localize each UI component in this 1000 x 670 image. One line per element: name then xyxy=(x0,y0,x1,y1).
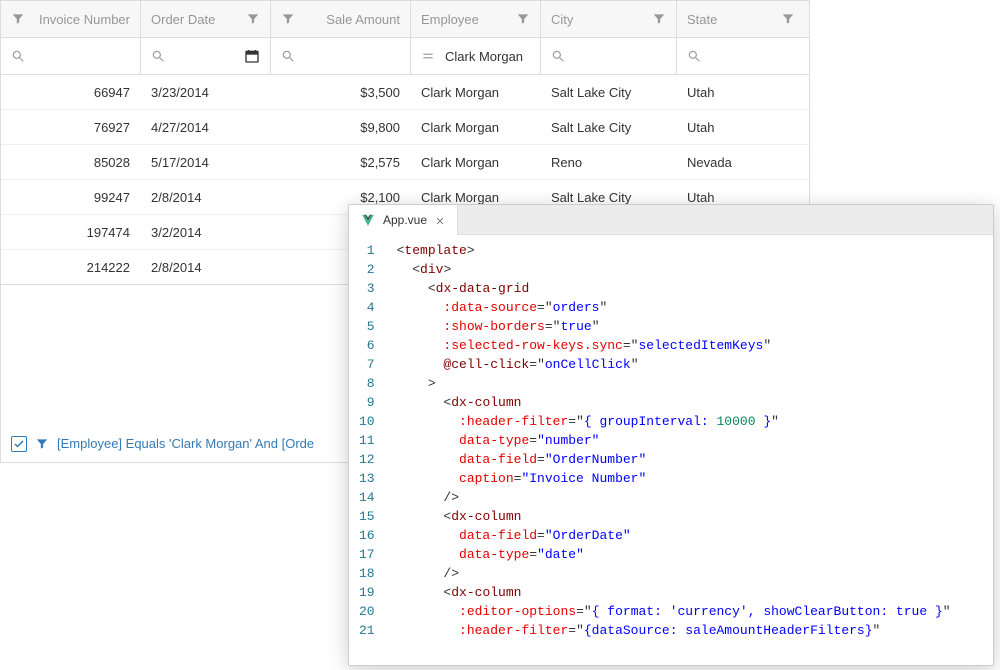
filter-icon[interactable] xyxy=(516,12,530,26)
cell-invoice[interactable]: 76927 xyxy=(1,110,141,144)
header-label: Sale Amount xyxy=(301,12,400,27)
cell-amount[interactable]: $9,800 xyxy=(271,110,411,144)
line-gutter: 123456789101112131415161718192021 xyxy=(349,235,389,665)
cell-date[interactable]: 4/27/2014 xyxy=(141,110,271,144)
cell-date[interactable]: 5/17/2014 xyxy=(141,145,271,179)
cell-employee[interactable]: Clark Morgan xyxy=(411,110,541,144)
funnel-icon xyxy=(35,437,49,451)
header-label: State xyxy=(687,12,775,27)
filter-icon[interactable] xyxy=(281,12,295,26)
search-icon xyxy=(11,49,25,63)
cell-city[interactable]: Salt Lake City xyxy=(541,75,677,109)
filter-icon[interactable] xyxy=(652,12,666,26)
close-icon[interactable] xyxy=(435,215,445,225)
cell-date[interactable]: 2/8/2014 xyxy=(141,180,271,214)
filter-icon[interactable] xyxy=(246,12,260,26)
filter-icon[interactable] xyxy=(11,12,25,26)
search-icon xyxy=(151,49,165,63)
filter-date[interactable] xyxy=(141,38,271,74)
filter-state[interactable] xyxy=(677,38,805,74)
cell-amount[interactable]: $2,575 xyxy=(271,145,411,179)
table-row[interactable]: 669473/23/2014$3,500Clark MorganSalt Lak… xyxy=(1,75,809,110)
filter-amount[interactable] xyxy=(271,38,411,74)
calendar-icon[interactable] xyxy=(244,48,260,64)
cell-state[interactable]: Utah xyxy=(677,75,805,109)
cell-invoice[interactable]: 85028 xyxy=(1,145,141,179)
header-state[interactable]: State xyxy=(677,1,805,37)
header-label: Employee xyxy=(421,12,510,27)
cell-date[interactable]: 3/2/2014 xyxy=(141,215,271,249)
filter-city[interactable] xyxy=(541,38,677,74)
table-row[interactable]: 850285/17/2014$2,575Clark MorganRenoNeva… xyxy=(1,145,809,180)
filter-input[interactable] xyxy=(445,49,530,64)
tab-app-vue[interactable]: App.vue xyxy=(349,205,458,235)
filter-input[interactable] xyxy=(707,49,795,64)
filter-invoice[interactable] xyxy=(1,38,141,74)
filter-icon[interactable] xyxy=(781,12,795,26)
filter-row xyxy=(1,38,809,75)
editor-body[interactable]: 123456789101112131415161718192021 <templ… xyxy=(349,235,993,665)
filter-employee[interactable] xyxy=(411,38,541,74)
cell-invoice[interactable]: 66947 xyxy=(1,75,141,109)
cell-state[interactable]: Utah xyxy=(677,110,805,144)
filter-checkbox[interactable] xyxy=(11,436,27,452)
header-order-date[interactable]: Order Date xyxy=(141,1,271,37)
search-icon xyxy=(551,49,565,63)
filter-expression[interactable]: [Employee] Equals 'Clark Morgan' And [Or… xyxy=(57,436,314,451)
vue-icon xyxy=(361,213,375,227)
header-invoice-number[interactable]: Invoice Number xyxy=(1,1,141,37)
equals-icon[interactable] xyxy=(421,49,435,63)
filter-input[interactable] xyxy=(301,49,400,64)
cell-date[interactable]: 3/23/2014 xyxy=(141,75,271,109)
cell-state[interactable]: Nevada xyxy=(677,145,805,179)
filter-input[interactable] xyxy=(31,49,130,64)
header-employee[interactable]: Employee xyxy=(411,1,541,37)
header-city[interactable]: City xyxy=(541,1,677,37)
cell-employee[interactable]: Clark Morgan xyxy=(411,75,541,109)
header-label: City xyxy=(551,12,646,27)
filter-input[interactable] xyxy=(171,49,244,64)
filter-input[interactable] xyxy=(571,49,666,64)
cell-date[interactable]: 2/8/2014 xyxy=(141,250,271,284)
header-sale-amount[interactable]: Sale Amount xyxy=(271,1,411,37)
cell-invoice[interactable]: 214222 xyxy=(1,250,141,284)
header-row: Invoice Number Order Date Sale Amount Em… xyxy=(1,1,809,38)
table-row[interactable]: 769274/27/2014$9,800Clark MorganSalt Lak… xyxy=(1,110,809,145)
cell-invoice[interactable]: 197474 xyxy=(1,215,141,249)
code-area[interactable]: <template> <div> <dx-data-grid :data-sou… xyxy=(389,235,993,665)
search-icon xyxy=(687,49,701,63)
code-editor: App.vue 12345678910111213141516171819202… xyxy=(348,204,994,666)
header-label: Order Date xyxy=(151,12,240,27)
cell-amount[interactable]: $3,500 xyxy=(271,75,411,109)
cell-city[interactable]: Reno xyxy=(541,145,677,179)
editor-tabs: App.vue xyxy=(349,205,993,235)
tab-label: App.vue xyxy=(383,213,427,227)
cell-employee[interactable]: Clark Morgan xyxy=(411,145,541,179)
header-label: Invoice Number xyxy=(31,12,130,27)
cell-invoice[interactable]: 99247 xyxy=(1,180,141,214)
search-icon xyxy=(281,49,295,63)
cell-city[interactable]: Salt Lake City xyxy=(541,110,677,144)
